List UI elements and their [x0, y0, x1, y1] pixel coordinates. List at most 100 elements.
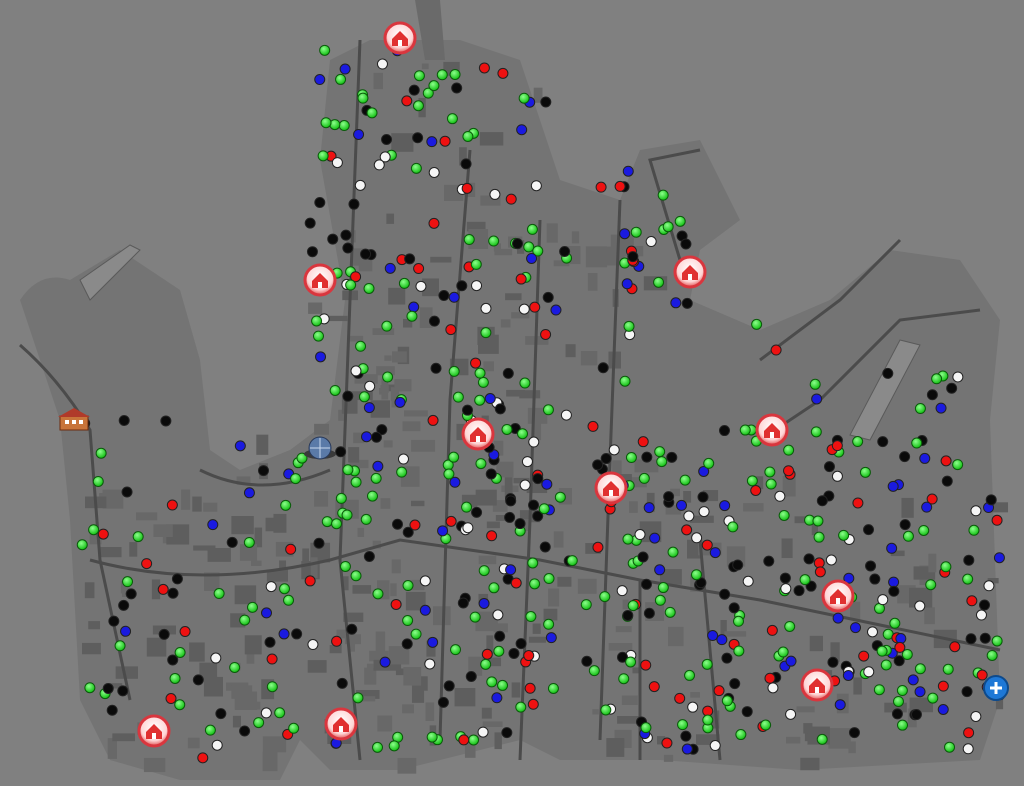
data-point-marker[interactable] — [811, 393, 823, 405]
data-point-marker[interactable] — [468, 734, 480, 746]
data-point-marker[interactable] — [478, 62, 490, 74]
data-point-marker[interactable] — [92, 475, 104, 487]
data-point-marker[interactable] — [622, 609, 634, 621]
data-point-marker[interactable] — [412, 100, 424, 112]
data-point-marker[interactable] — [274, 707, 286, 719]
data-point-marker[interactable] — [946, 382, 958, 394]
data-point-marker[interactable] — [825, 554, 837, 566]
data-point-marker[interactable] — [638, 472, 650, 484]
data-point-marker[interactable] — [448, 365, 460, 377]
data-point-marker[interactable] — [261, 607, 273, 619]
data-point-marker[interactable] — [290, 473, 302, 485]
data-point-marker[interactable] — [732, 615, 744, 627]
data-point-marker[interactable] — [621, 278, 633, 290]
data-point-marker[interactable] — [381, 320, 393, 332]
data-point-marker[interactable] — [709, 547, 721, 559]
data-point-marker[interactable] — [935, 402, 947, 414]
data-point-marker[interactable] — [171, 573, 183, 585]
data-point-marker[interactable] — [618, 673, 630, 685]
data-point-marker[interactable] — [566, 555, 578, 567]
data-point-marker[interactable] — [470, 258, 482, 270]
data-point-marker[interactable] — [428, 80, 440, 92]
data-point-marker[interactable] — [931, 373, 943, 385]
data-point-marker[interactable] — [976, 669, 988, 681]
data-point-marker[interactable] — [437, 525, 449, 537]
data-point-marker[interactable] — [363, 402, 375, 414]
data-point-marker[interactable] — [979, 632, 991, 644]
data-point-marker[interactable] — [962, 573, 974, 585]
data-point-marker[interactable] — [260, 707, 272, 719]
data-point-marker[interactable] — [510, 577, 522, 589]
data-point-marker[interactable] — [523, 650, 535, 662]
data-point-marker[interactable] — [732, 559, 744, 571]
data-point-marker[interactable] — [396, 466, 408, 478]
data-point-marker[interactable] — [921, 501, 933, 513]
data-point-marker[interactable] — [519, 377, 531, 389]
data-point-marker[interactable] — [486, 676, 498, 688]
data-point-marker[interactable] — [448, 451, 460, 463]
data-point-marker[interactable] — [158, 628, 170, 640]
data-point-marker[interactable] — [458, 734, 470, 746]
data-point-marker[interactable] — [338, 120, 350, 132]
data-point-marker[interactable] — [493, 645, 505, 657]
data-point-marker[interactable] — [662, 221, 674, 233]
data-point-marker[interactable] — [592, 459, 604, 471]
data-point-marker[interactable] — [907, 674, 919, 686]
house-marker-icon[interactable] — [461, 417, 495, 451]
data-point-marker[interactable] — [666, 451, 678, 463]
data-point-marker[interactable] — [335, 492, 347, 504]
data-point-marker[interactable] — [117, 685, 129, 697]
data-point-marker[interactable] — [253, 717, 265, 729]
data-point-marker[interactable] — [160, 415, 172, 427]
data-point-marker[interactable] — [515, 273, 527, 285]
data-point-marker[interactable] — [406, 310, 418, 322]
data-point-marker[interactable] — [899, 519, 911, 531]
data-point-marker[interactable] — [926, 389, 938, 401]
data-point-marker[interactable] — [600, 453, 612, 465]
data-point-marker[interactable] — [373, 159, 385, 171]
data-point-marker[interactable] — [497, 679, 509, 691]
data-point-marker[interactable] — [783, 465, 795, 477]
data-point-marker[interactable] — [462, 130, 474, 142]
data-point-marker[interactable] — [439, 135, 451, 147]
data-point-marker[interactable] — [488, 582, 500, 594]
data-point-marker[interactable] — [239, 725, 251, 737]
data-point-marker[interactable] — [361, 431, 373, 443]
data-point-marker[interactable] — [940, 561, 952, 573]
data-point-marker[interactable] — [363, 282, 375, 294]
data-point-marker[interactable] — [358, 391, 370, 403]
data-point-marker[interactable] — [961, 686, 973, 698]
data-point-marker[interactable] — [350, 570, 362, 582]
data-point-marker[interactable] — [132, 531, 144, 543]
data-point-marker[interactable] — [371, 431, 383, 443]
data-point-marker[interactable] — [677, 719, 689, 731]
data-point-marker[interactable] — [401, 638, 413, 650]
data-point-marker[interactable] — [627, 251, 639, 263]
data-point-marker[interactable] — [331, 635, 343, 647]
data-point-marker[interactable] — [667, 546, 679, 558]
data-point-marker[interactable] — [376, 58, 388, 70]
data-point-marker[interactable] — [914, 686, 926, 698]
data-point-marker[interactable] — [121, 486, 133, 498]
data-point-marker[interactable] — [95, 447, 107, 459]
data-point-marker[interactable] — [823, 461, 835, 473]
data-point-marker[interactable] — [681, 297, 693, 309]
city-map[interactable] — [0, 0, 1024, 786]
data-point-marker[interactable] — [502, 367, 514, 379]
data-point-marker[interactable] — [210, 652, 222, 664]
data-point-marker[interactable] — [910, 709, 922, 721]
data-point-marker[interactable] — [446, 113, 458, 125]
data-point-marker[interactable] — [733, 645, 745, 657]
data-point-marker[interactable] — [179, 626, 191, 638]
data-point-marker[interactable] — [397, 453, 409, 465]
data-point-marker[interactable] — [501, 727, 513, 739]
data-point-marker[interactable] — [257, 465, 269, 477]
data-point-marker[interactable] — [657, 189, 669, 201]
data-point-marker[interactable] — [118, 599, 130, 611]
data-point-marker[interactable] — [243, 536, 255, 548]
data-point-marker[interactable] — [526, 252, 538, 264]
data-point-marker[interactable] — [592, 541, 604, 553]
data-point-marker[interactable] — [491, 692, 503, 704]
data-point-marker[interactable] — [918, 524, 930, 536]
data-point-marker[interactable] — [963, 554, 975, 566]
